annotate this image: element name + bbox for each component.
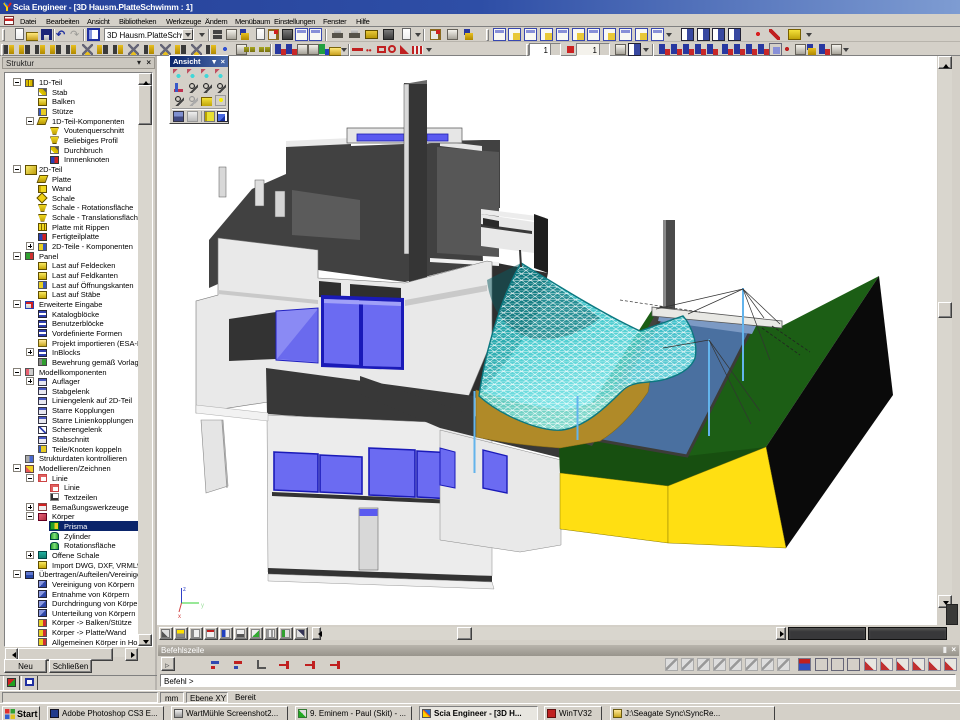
svg-text:z: z <box>183 587 186 593</box>
svg-text:x: x <box>178 614 181 620</box>
svg-text:y: y <box>201 603 204 609</box>
